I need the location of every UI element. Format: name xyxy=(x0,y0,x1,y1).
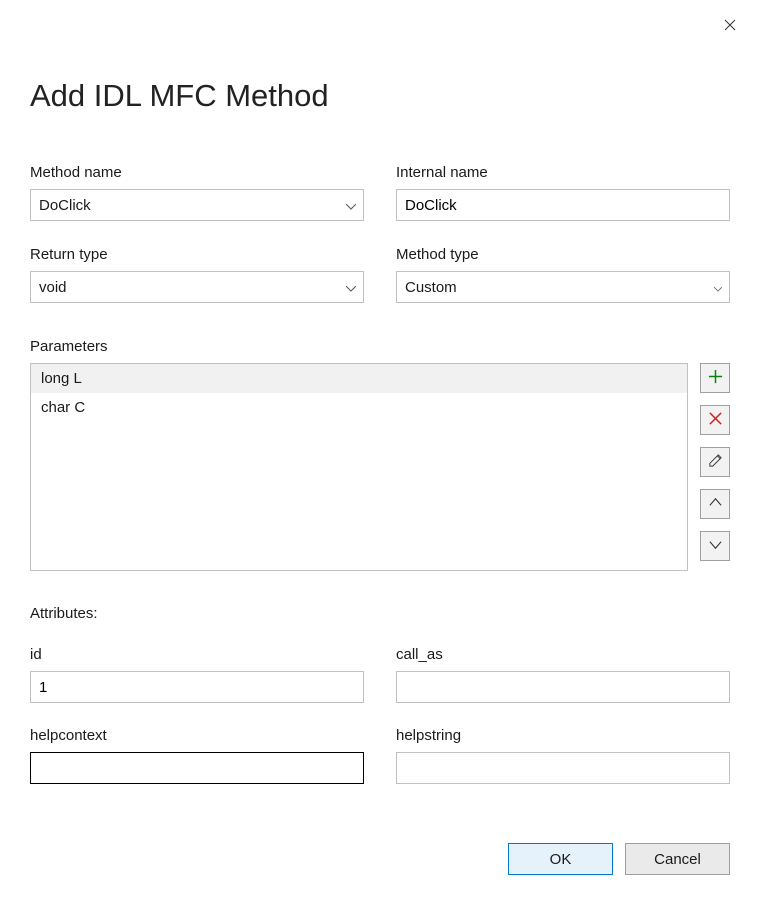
helpstring-label: helpstring xyxy=(396,727,730,744)
page-title: Add IDL MFC Method xyxy=(30,78,730,114)
parameters-list[interactable]: long Lchar C xyxy=(30,363,688,571)
return-type-value: void xyxy=(39,279,67,296)
cancel-button-label: Cancel xyxy=(654,851,701,868)
edit-parameter-button[interactable] xyxy=(700,447,730,477)
close-button[interactable] xyxy=(720,16,740,36)
internal-name-label: Internal name xyxy=(396,164,730,181)
cancel-button[interactable]: Cancel xyxy=(625,843,730,875)
return-type-combo[interactable]: void xyxy=(30,271,364,303)
remove-parameter-button[interactable] xyxy=(700,405,730,435)
return-type-label: Return type xyxy=(30,246,364,263)
helpcontext-input[interactable] xyxy=(30,752,364,784)
ok-button[interactable]: OK xyxy=(508,843,613,875)
pencil-icon xyxy=(708,453,723,471)
helpcontext-label: helpcontext xyxy=(30,727,364,744)
add-parameter-button[interactable] xyxy=(700,363,730,393)
move-down-button[interactable] xyxy=(700,531,730,561)
attributes-label: Attributes: xyxy=(30,605,730,622)
call-as-input[interactable] xyxy=(396,671,730,703)
call-as-label: call_as xyxy=(396,646,730,663)
parameter-item[interactable]: char C xyxy=(31,393,687,422)
method-type-value: Custom xyxy=(405,279,457,296)
chevron-down-icon xyxy=(708,537,723,555)
id-input[interactable] xyxy=(30,671,364,703)
parameter-item[interactable]: long L xyxy=(31,364,687,393)
method-type-label: Method type xyxy=(396,246,730,263)
method-type-select[interactable]: Custom xyxy=(396,271,730,303)
method-name-combo[interactable]: DoClick xyxy=(30,189,364,221)
move-up-button[interactable] xyxy=(700,489,730,519)
plus-icon xyxy=(708,369,723,387)
helpstring-input[interactable] xyxy=(396,752,730,784)
x-icon xyxy=(708,411,723,429)
parameters-label: Parameters xyxy=(30,338,730,355)
id-label: id xyxy=(30,646,364,663)
close-icon xyxy=(724,18,736,34)
internal-name-input[interactable] xyxy=(396,189,730,221)
method-name-value: DoClick xyxy=(39,197,91,214)
ok-button-label: OK xyxy=(550,851,572,868)
method-name-label: Method name xyxy=(30,164,364,181)
chevron-up-icon xyxy=(708,495,723,513)
